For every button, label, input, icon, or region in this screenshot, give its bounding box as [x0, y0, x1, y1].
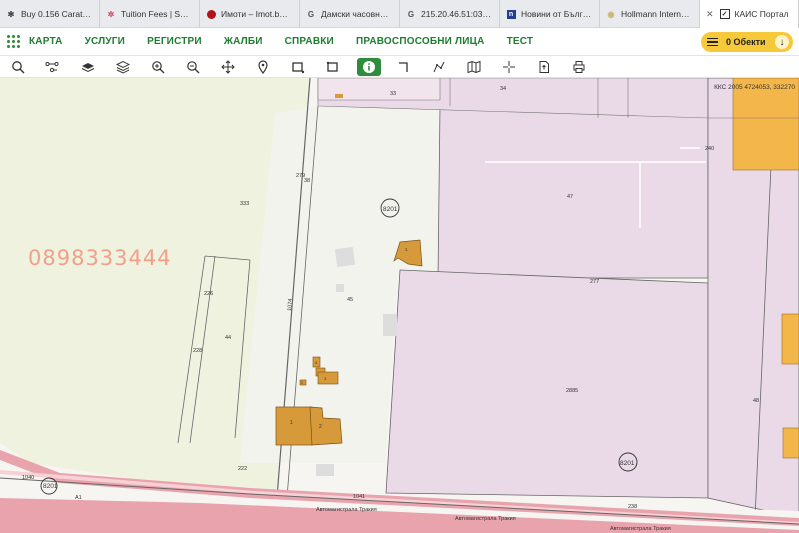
label-1074: 1074: [287, 298, 294, 311]
tab-label: Tuition Fees | S…: [121, 9, 189, 19]
news-icon: n: [506, 9, 516, 19]
flower-icon: ✻: [7, 9, 15, 19]
move-icon[interactable]: [219, 58, 237, 76]
coordinates-readout: ККС 2005 4724053, 332270: [714, 84, 795, 91]
tab-0[interactable]: ✻ Buy 0.156 Carat…: [0, 0, 100, 28]
objects-button[interactable]: 0 Обекти ↓: [701, 32, 793, 52]
kais-icon: ✓: [719, 9, 730, 19]
info-icon[interactable]: [357, 58, 381, 76]
tab-4[interactable]: G 215.20.46.51:03…: [400, 0, 500, 28]
tab-5[interactable]: n Новини от Бълг…: [500, 0, 600, 28]
download-icon: ↓: [775, 35, 789, 49]
label-8201-left: 8201: [43, 483, 58, 490]
tab-label: 215.20.46.51:03…: [421, 9, 491, 19]
tab-2[interactable]: Имоти – Imot.b…: [200, 0, 300, 28]
nav-item-test[interactable]: ТЕСТ: [507, 36, 534, 47]
label-38: 38: [304, 178, 310, 184]
parcel-47[interactable]: [437, 105, 709, 279]
tab-1[interactable]: ✲ Tuition Fees | S…: [100, 0, 200, 28]
parcel-2885[interactable]: [385, 269, 709, 499]
nav-item-registri[interactable]: РЕГИСТРИ: [147, 36, 202, 47]
label-building-3: 2: [319, 424, 322, 430]
label-45: 45: [347, 297, 353, 303]
tab-3[interactable]: G Дамски часовн…: [300, 0, 400, 28]
label-44: 44: [225, 335, 231, 341]
document-icon[interactable]: [535, 58, 553, 76]
tab-label: Новини от Бълг…: [521, 9, 592, 19]
label-333: 333: [240, 201, 249, 207]
label-222: 222: [238, 466, 247, 472]
label-48: 48: [753, 398, 759, 404]
phone-watermark: 0898333444: [28, 246, 172, 270]
label-33: 33: [390, 91, 396, 97]
crosshair-icon[interactable]: [500, 58, 518, 76]
print-icon[interactable]: [570, 58, 588, 76]
cadastral-map[interactable]: 333 279 38 1074 8201 8201 8201 45 47 277…: [0, 78, 799, 533]
label-8201-top: 8201: [383, 206, 398, 213]
label-road-1: Автомагистрала Тракия: [316, 507, 377, 513]
map-canvas[interactable]: 333 279 38 1074 8201 8201 8201 45 47 277…: [0, 78, 799, 533]
label-8201-right: 8201: [620, 460, 635, 467]
label-34: 34: [500, 86, 506, 92]
tab-label: Hollmann Intern…: [621, 9, 690, 19]
tab-label: Buy 0.156 Carat…: [21, 9, 91, 19]
map-toolbar: [0, 56, 799, 78]
polyline-icon[interactable]: [395, 58, 413, 76]
label-1041: 1041: [353, 494, 365, 500]
tab-label: Имоти – Imot.b…: [221, 9, 288, 19]
browser-tab-bar: ✻ Buy 0.156 Carat… ✲ Tuition Fees | S… Имо…: [0, 0, 799, 28]
label-240: 240: [705, 146, 714, 152]
red-dot-icon: [206, 9, 216, 19]
globe-icon: ◉: [607, 9, 615, 19]
apps-grid-icon[interactable]: [7, 34, 21, 49]
nav-item-uslugi[interactable]: УСЛУГИ: [85, 36, 126, 47]
measure-icon[interactable]: [430, 58, 448, 76]
label-2885: 2885: [566, 388, 578, 394]
nav-item-zhalbi[interactable]: ЖАЛБИ: [224, 36, 263, 47]
menu-icon: [707, 38, 718, 46]
zoom-in-icon[interactable]: [149, 58, 167, 76]
label-road-2: Автомагистрала Тракия: [455, 516, 516, 522]
pin-icon[interactable]: [254, 58, 272, 76]
label-road-a1: А1: [75, 495, 82, 501]
layers-icon[interactable]: [79, 58, 97, 76]
building-right[interactable]: [732, 78, 799, 171]
label-277: 277: [590, 279, 599, 285]
tab-6[interactable]: ◉ Hollmann Intern…: [600, 0, 700, 28]
objects-label: 0 Обекти: [726, 37, 766, 47]
zoom-out-icon[interactable]: [184, 58, 202, 76]
label-47: 47: [567, 194, 573, 200]
close-icon[interactable]: ✕: [706, 9, 714, 20]
search-icon[interactable]: [9, 58, 27, 76]
nav-item-karta[interactable]: КАРТА: [29, 36, 63, 47]
main-nav: КАРТА УСЛУГИ РЕГИСТРИ ЖАЛБИ СПРАВКИ ПРАВ…: [0, 28, 799, 56]
tab-label: КАИС Портал: [734, 9, 789, 19]
g-icon: G: [307, 9, 315, 19]
label-road-3: Автомагистрала Тракия: [610, 526, 671, 532]
select-rect-alt-icon[interactable]: [324, 58, 342, 76]
tab-label: Дамски часовн…: [321, 9, 389, 19]
nav-item-pravosposobni-litsa[interactable]: ПРАВОСПОСОБНИ ЛИЦА: [356, 36, 485, 47]
select-rect-icon[interactable]: [289, 58, 307, 76]
g-icon: G: [407, 9, 415, 19]
label-1040: 1040: [22, 475, 34, 481]
stack-icon[interactable]: [114, 58, 132, 76]
label-226: 226: [204, 291, 213, 297]
tab-7[interactable]: ✕ ✓ КАИС Портал: [700, 0, 799, 28]
nav-item-spravki[interactable]: СПРАВКИ: [285, 36, 334, 47]
building-2[interactable]: [275, 406, 313, 446]
label-building-2: 1: [290, 420, 293, 426]
star-icon: ✲: [107, 9, 115, 19]
route-icon[interactable]: [43, 58, 61, 76]
label-228: 228: [193, 348, 202, 354]
label-238: 238: [628, 504, 637, 510]
map-icon[interactable]: [465, 58, 483, 76]
